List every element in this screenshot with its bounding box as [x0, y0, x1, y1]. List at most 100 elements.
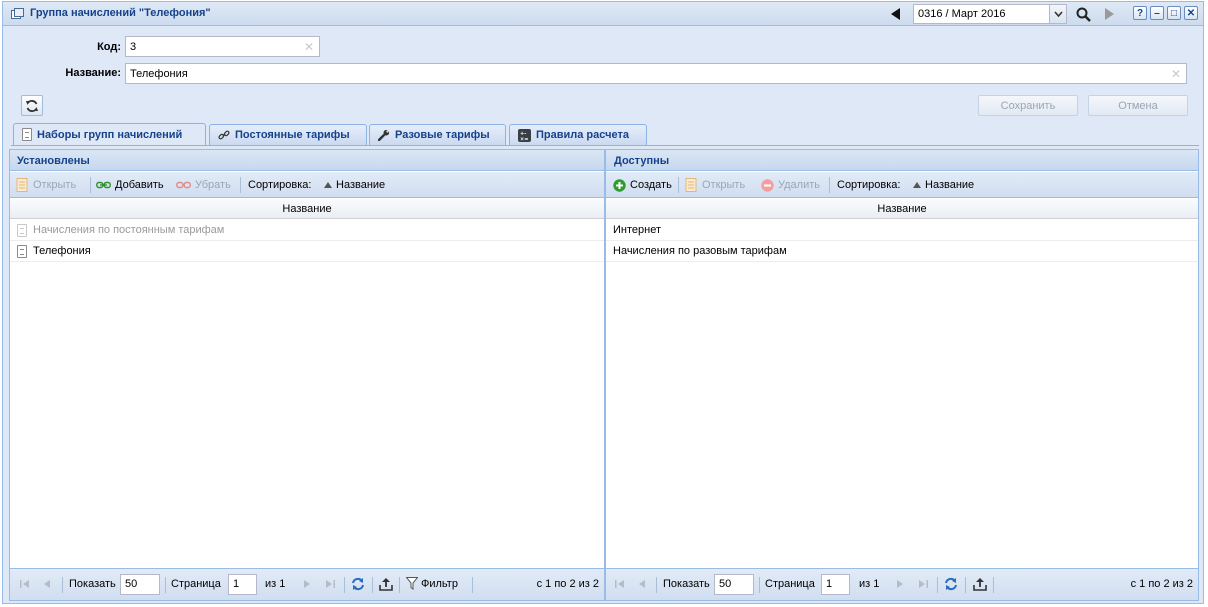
tab-calculation-rules[interactable]: +- ×= Правила расчета [509, 124, 647, 145]
prev-page-icon[interactable] [40, 577, 54, 591]
document-icon [22, 128, 32, 141]
period-value: 0316 / Март 2016 [918, 8, 1006, 20]
refresh-button[interactable] [21, 95, 43, 116]
tab-one-time-tariffs[interactable]: Разовые тарифы [369, 124, 506, 145]
pager-separator [993, 577, 994, 593]
help-button[interactable]: ? [1133, 6, 1147, 20]
reload-icon[interactable] [944, 577, 958, 591]
first-page-icon[interactable] [18, 577, 32, 591]
name-value: Телефония [130, 68, 188, 80]
filter-icon [406, 577, 418, 590]
remove-label: Убрать [195, 179, 231, 191]
pager-separator [399, 577, 400, 593]
pager-separator [165, 577, 166, 593]
wrench-icon [378, 129, 390, 141]
table-row[interactable]: Интернет [606, 220, 1198, 241]
link-icon [218, 130, 230, 140]
code-field[interactable]: 3 ✕ [125, 36, 320, 57]
remove-button[interactable]: Убрать [176, 177, 231, 193]
minimize-button[interactable]: – [1150, 6, 1164, 20]
search-period-button[interactable] [1073, 5, 1093, 23]
period-select[interactable]: 0316 / Март 2016 [913, 4, 1067, 24]
code-label: Код: [97, 41, 121, 53]
page-input[interactable]: 1 [821, 574, 850, 595]
available-pager: Показать 50 Страница 1 из 1 с 1 по 2 из … [606, 568, 1198, 600]
close-icon: ✕ [1186, 7, 1196, 19]
page-input[interactable]: 1 [228, 574, 257, 595]
available-grid: Интернет Начисления по разовым тарифам [606, 220, 1198, 568]
filter-label: Фильтр [421, 577, 458, 590]
close-button[interactable]: ✕ [1184, 6, 1198, 20]
clear-icon[interactable]: ✕ [304, 40, 314, 54]
delete-button[interactable]: Удалить [761, 177, 820, 193]
export-icon[interactable] [379, 577, 393, 591]
toolbar-separator [90, 177, 91, 193]
tab-label: Правила расчета [536, 129, 629, 141]
tab-label: Разовые тарифы [395, 129, 490, 141]
pager-separator [937, 577, 938, 593]
clear-icon[interactable]: ✕ [1171, 67, 1181, 81]
page-label: Страница [171, 578, 221, 590]
column-header-name[interactable]: Название [10, 199, 604, 219]
column-header-name[interactable]: Название [606, 199, 1198, 219]
add-label: Добавить [115, 179, 164, 191]
pager-separator [344, 577, 345, 593]
open-label: Открыть [33, 179, 77, 191]
maximize-icon: □ [1170, 7, 1178, 19]
tab-charge-group-sets[interactable]: Наборы групп начислений [13, 123, 206, 145]
last-page-icon[interactable] [323, 577, 337, 591]
table-row[interactable]: Начисления по разовым тарифам [606, 241, 1198, 262]
show-label: Показать [663, 578, 710, 590]
open-document-icon [16, 178, 28, 192]
installed-toolbar: Открыть Добавить Убрать Сортировка: Назв… [10, 172, 604, 198]
reload-icon[interactable] [351, 577, 365, 591]
next-page-icon[interactable] [893, 577, 907, 591]
name-field[interactable]: Телефония ✕ [125, 63, 1187, 84]
filter-button[interactable]: Фильтр [406, 577, 458, 590]
tab-permanent-tariffs[interactable]: Постоянные тарифы [209, 124, 367, 145]
first-page-icon[interactable] [613, 577, 627, 591]
page-label: Страница [765, 578, 815, 590]
page-size-input[interactable]: 50 [714, 574, 754, 595]
table-row[interactable]: Телефония [10, 241, 604, 262]
name-label: Название: [65, 67, 121, 79]
prev-period-button[interactable] [887, 5, 905, 23]
sort-by-name-button[interactable]: Название [913, 177, 974, 193]
delete-label: Удалить [778, 179, 820, 191]
page-size-input[interactable]: 50 [120, 574, 160, 595]
installed-panel-header: Установлены [10, 150, 604, 171]
open-button[interactable]: Открыть [685, 177, 745, 193]
available-panel: Доступны Создать Открыть Удалить Сортиро… [605, 149, 1199, 601]
tab-label: Постоянные тарифы [235, 129, 350, 141]
group-window: Группа начислений "Телефония" 0316 / Мар… [2, 1, 1204, 604]
sort-by-name-button[interactable]: Название [324, 177, 385, 193]
row-name: Телефония [33, 245, 91, 257]
prev-page-icon[interactable] [635, 577, 649, 591]
link-add-icon [96, 181, 111, 189]
pager-separator [965, 577, 966, 593]
available-panel-header: Доступны [606, 150, 1198, 171]
refresh-icon [26, 99, 38, 112]
save-button[interactable]: Сохранить [978, 95, 1078, 116]
next-page-icon[interactable] [300, 577, 314, 591]
pager-separator [472, 577, 473, 593]
sort-ascending-icon [913, 182, 921, 188]
pager-separator [759, 577, 760, 593]
create-button[interactable]: Создать [613, 177, 672, 193]
table-row[interactable]: Начисления по постоянным тарифам [10, 220, 604, 241]
maximize-button[interactable]: □ [1167, 6, 1181, 20]
open-button[interactable]: Открыть [16, 177, 76, 193]
sort-label: Сортировка: [837, 179, 901, 191]
next-period-button[interactable] [1100, 5, 1118, 23]
last-page-icon[interactable] [916, 577, 930, 591]
installed-panel: Установлены Открыть Добавить Убрать Сорт… [9, 149, 605, 601]
open-label: Открыть [702, 179, 746, 191]
pager-separator [656, 577, 657, 593]
chevron-down-icon[interactable] [1049, 5, 1066, 23]
export-icon[interactable] [973, 577, 987, 591]
document-icon [17, 244, 27, 258]
show-label: Показать [69, 578, 116, 590]
add-button[interactable]: Добавить [96, 177, 164, 193]
sort-label: Сортировка: [248, 179, 312, 191]
cancel-button[interactable]: Отмена [1088, 95, 1188, 116]
